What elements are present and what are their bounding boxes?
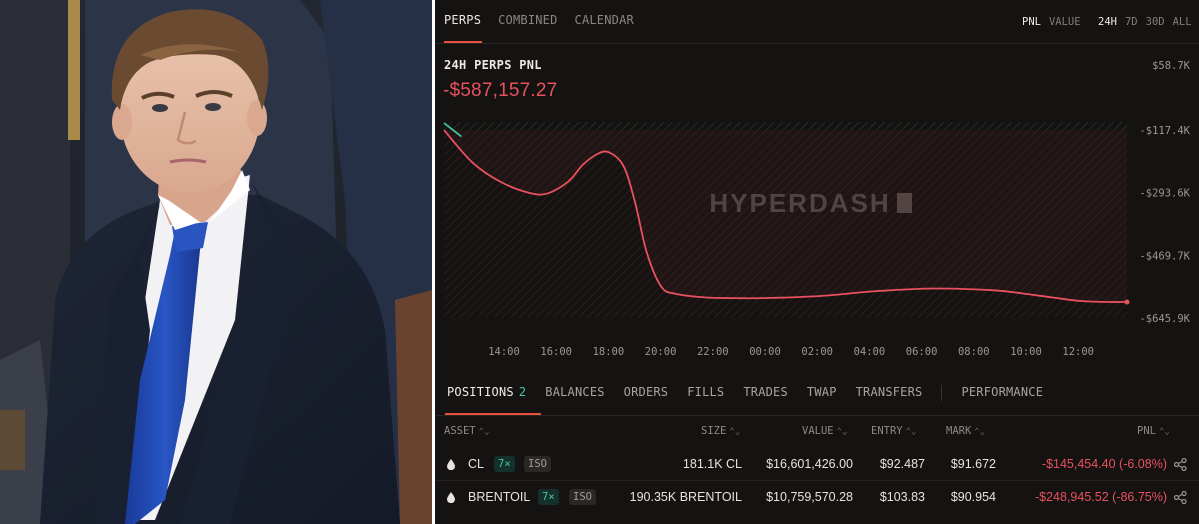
x-axis-tick-label: 02:00	[801, 346, 833, 358]
metric-option-value[interactable]: VALUE	[1049, 16, 1081, 28]
tab-orders[interactable]: ORDERS	[624, 385, 669, 401]
tab-separator	[941, 385, 943, 401]
view-tabs: PERPS COMBINED CALENDAR	[444, 13, 634, 27]
tab-twap[interactable]: TWAP	[807, 385, 837, 401]
sort-icon: ⌃⌄	[836, 427, 848, 437]
tab-fills[interactable]: FILLS	[687, 385, 724, 401]
tab-balances[interactable]: BALANCES	[545, 385, 604, 401]
col-header-pnl-label: PNL	[1137, 425, 1156, 437]
col-header-pnl[interactable]: PNL ⌃⌄	[1137, 425, 1170, 437]
range-option-30d[interactable]: 30D	[1146, 16, 1165, 28]
entry-price: $103.83	[879, 490, 925, 504]
col-header-value[interactable]: VALUE ⌃⌄	[802, 425, 847, 437]
mark-price: $90.954	[950, 490, 996, 504]
range-option-7d[interactable]: 7D	[1125, 16, 1138, 28]
position-pnl: -$145,454.40 (-6.08%)	[1041, 457, 1167, 471]
range-toggle: 24H 7D 30D ALL	[1098, 16, 1192, 28]
col-header-mark[interactable]: MARK ⌃⌄	[946, 425, 985, 437]
x-axis-tick-label: 14:00	[488, 346, 520, 358]
metric-toggle: PNL VALUE	[1022, 16, 1081, 28]
sort-icon: ⌃⌄	[729, 427, 741, 437]
tab-performance[interactable]: PERFORMANCE	[961, 385, 1043, 401]
metric-option-pnl[interactable]: PNL	[1022, 16, 1041, 28]
tab-transfers[interactable]: TRANSFERS	[856, 385, 923, 401]
pnl-endpoint-dot	[1124, 299, 1130, 305]
x-axis-tick-label: 04:00	[854, 346, 886, 358]
col-header-entry-label: ENTRY	[871, 425, 903, 437]
position-value: $10,759,570.28	[766, 490, 853, 504]
position-value: $16,601,426.00	[766, 457, 853, 471]
col-header-entry[interactable]: ENTRY ⌃⌄	[871, 425, 916, 437]
sort-icon: ⌃⌄	[478, 427, 490, 437]
leverage-badge: 7×	[494, 456, 515, 472]
x-axis-tick-label: 08:00	[958, 346, 990, 358]
sort-icon: ⌃⌄	[905, 427, 917, 437]
tab-combined[interactable]: COMBINED	[498, 13, 557, 27]
positions-count-badge: 2	[518, 385, 527, 399]
oil-drop-icon	[447, 459, 455, 470]
row-divider	[435, 480, 1199, 481]
margin-mode-badge: ISO	[569, 489, 596, 505]
x-axis-tick-label: 06:00	[906, 346, 938, 358]
table-row[interactable]: CL 7× ISO 181.1K CL $16,601,426.00 $92.4…	[435, 450, 1199, 480]
col-header-mark-label: MARK	[946, 425, 972, 437]
tab-positions-label: POSITIONS	[447, 385, 514, 399]
y-axis-tick-label: -$117.4K	[1139, 125, 1190, 137]
x-axis-tick-label: 18:00	[593, 346, 625, 358]
col-header-size-label: SIZE	[701, 425, 727, 437]
pnl-chart[interactable]: HYPERDASH $58.7K-$117.4K-$293.6K-$469.7K…	[435, 45, 1199, 365]
positive-zone-hatch	[444, 122, 1127, 130]
tab-calendar[interactable]: CALENDAR	[575, 13, 634, 27]
x-axis-tick-label: 12:00	[1062, 346, 1094, 358]
y-axis-tick-label: -$469.7K	[1139, 250, 1190, 262]
position-pnl: -$248,945.52 (-86.75%)	[1034, 490, 1167, 504]
tab-positions[interactable]: POSITIONS 2	[447, 385, 526, 401]
asset-name: BRENTOIL	[468, 490, 531, 504]
tab-perps[interactable]: PERPS	[444, 13, 481, 27]
pnl-dashboard: PERPS COMBINED CALENDAR PNL VALUE 24H 7D…	[435, 0, 1199, 524]
position-size: 181.1K CL	[682, 457, 742, 471]
position-size: 190.35K BRENTOIL	[629, 490, 742, 504]
mark-price: $91.672	[950, 457, 996, 471]
share-icon[interactable]	[1174, 491, 1187, 504]
table-row[interactable]: BRENTOIL 7× ISO 190.35K BRENTOIL $10,759…	[435, 483, 1199, 513]
range-option-all[interactable]: ALL	[1173, 16, 1192, 28]
x-axis-tick-label: 10:00	[1010, 346, 1042, 358]
sort-icon: ⌃⌄	[1158, 427, 1170, 437]
margin-mode-badge: ISO	[524, 456, 551, 472]
x-axis-tick-label: 16:00	[540, 346, 572, 358]
entry-price: $92.487	[879, 457, 925, 471]
x-axis-tick-label: 22:00	[697, 346, 729, 358]
y-axis-tick-label: -$645.9K	[1139, 313, 1190, 325]
col-header-value-label: VALUE	[802, 425, 834, 437]
oil-drop-icon	[447, 492, 455, 503]
y-axis-tick-label: -$293.6K	[1139, 188, 1190, 200]
y-axis-tick-label: $58.7K	[1152, 60, 1191, 72]
person-photo	[0, 0, 432, 524]
header-divider	[435, 43, 1199, 44]
col-header-size[interactable]: SIZE ⌃⌄	[701, 425, 740, 437]
x-axis-tick-label: 00:00	[749, 346, 781, 358]
tab-trades[interactable]: TRADES	[743, 385, 788, 401]
share-icon[interactable]	[1174, 458, 1187, 471]
positions-tabbar: POSITIONS 2 BALANCES ORDERS FILLS TRADES …	[447, 385, 1062, 401]
col-header-asset-label: ASSET	[444, 425, 476, 437]
leverage-badge: 7×	[538, 489, 559, 505]
positions-divider	[435, 415, 1199, 416]
asset-name: CL	[468, 457, 484, 471]
sort-icon: ⌃⌄	[974, 427, 986, 437]
col-header-asset[interactable]: ASSET ⌃⌄	[444, 425, 489, 437]
range-option-24h[interactable]: 24H	[1098, 16, 1117, 28]
x-axis-tick-label: 20:00	[645, 346, 677, 358]
